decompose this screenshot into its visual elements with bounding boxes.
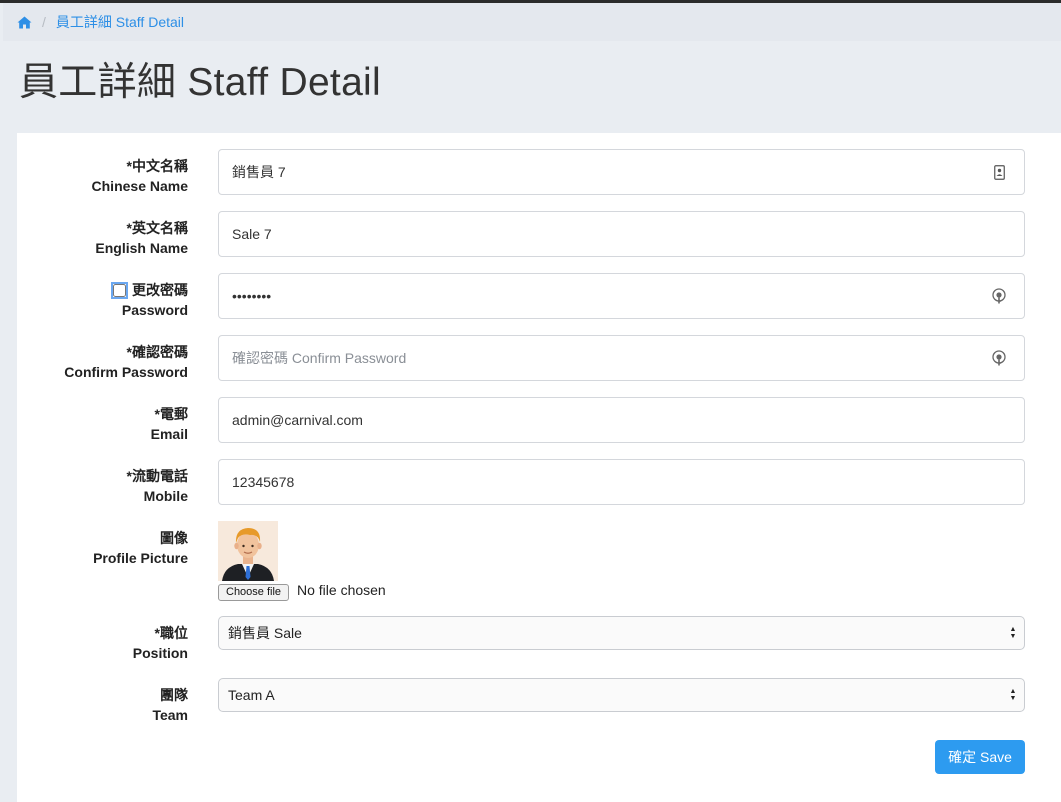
profile-picture-label-en: Profile Picture [93,550,188,566]
english-name-field[interactable] [218,211,1025,257]
breadcrumb: / 員工詳細 Staff Detail [3,3,1061,41]
password-key-icon[interactable] [988,347,1010,369]
password-key-icon[interactable] [988,285,1010,307]
confirm-password-label: *確認密碼 Confirm Password [17,342,188,382]
staff-form-card: *中文名稱 Chinese Name *英文名稱 English Name 更改… [17,133,1061,802]
mobile-input[interactable] [232,474,1024,490]
email-label: *電郵 Email [17,404,188,444]
english-name-label-zh: *英文名稱 [126,220,188,236]
team-label-en: Team [152,707,188,723]
mobile-label-zh: *流動電話 [126,468,188,484]
english-name-label-en: English Name [95,240,188,256]
breadcrumb-current-link[interactable]: 員工詳細 Staff Detail [56,12,184,32]
page-title: 員工詳細 Staff Detail [19,61,381,104]
confirm-password-label-zh: *確認密碼 [126,344,188,360]
password-label-en: Password [121,302,188,318]
confirm-password-field[interactable] [218,335,1025,381]
profile-avatar [218,521,278,581]
email-field[interactable] [218,397,1025,443]
choose-file-button[interactable]: Choose file [218,584,290,601]
mobile-label-en: Mobile [143,488,188,504]
file-status-text: No file chosen [297,582,386,598]
password-label-zh: 更改密碼 [132,282,188,298]
position-selected-value: 銷售員 Sale [228,625,302,641]
english-name-input[interactable] [232,226,1024,242]
position-select[interactable]: 銷售員 Sale ▲ ▼ [218,616,1025,650]
team-label-zh: 團隊 [160,687,188,703]
home-icon[interactable] [17,16,32,29]
save-button[interactable]: 確定 Save [935,740,1025,774]
english-name-label: *英文名稱 English Name [17,218,188,258]
team-selected-value: Team A [228,687,275,703]
team-label: 團隊 Team [17,685,188,725]
chinese-name-field[interactable] [218,149,1025,195]
profile-picture-label: 圖像 Profile Picture [17,528,188,568]
change-password-checkbox[interactable] [111,282,129,299]
mobile-field[interactable] [218,459,1025,505]
profile-picture-label-zh: 圖像 [160,530,188,546]
mobile-label: *流動電話 Mobile [17,466,188,506]
chinese-name-label-zh: *中文名稱 [126,158,188,174]
password-label: 更改密碼 Password [17,280,188,320]
password-masked-value[interactable]: •••••••• [232,288,988,304]
position-label: *職位 Position [17,623,188,663]
select-arrows-icon: ▲ ▼ [1009,688,1017,702]
chinese-name-label: *中文名稱 Chinese Name [17,156,188,196]
email-label-zh: *電郵 [154,406,188,422]
chinese-name-label-en: Chinese Name [91,178,188,194]
breadcrumb-separator: / [42,14,46,30]
password-field[interactable]: •••••••• [218,273,1025,319]
profile-picture-row: 圖像 Profile Picture Choose file No file c… [17,521,1061,601]
chinese-name-input[interactable] [232,164,988,180]
select-arrows-icon: ▲ ▼ [1009,626,1017,640]
position-label-en: Position [132,645,188,661]
email-input[interactable] [232,412,1024,428]
confirm-password-label-en: Confirm Password [64,364,188,380]
position-label-zh: *職位 [154,625,188,641]
confirm-password-input[interactable] [232,350,988,366]
team-select[interactable]: Team A ▲ ▼ [218,678,1025,712]
contact-card-icon[interactable] [988,161,1010,183]
email-label-en: Email [150,426,188,442]
